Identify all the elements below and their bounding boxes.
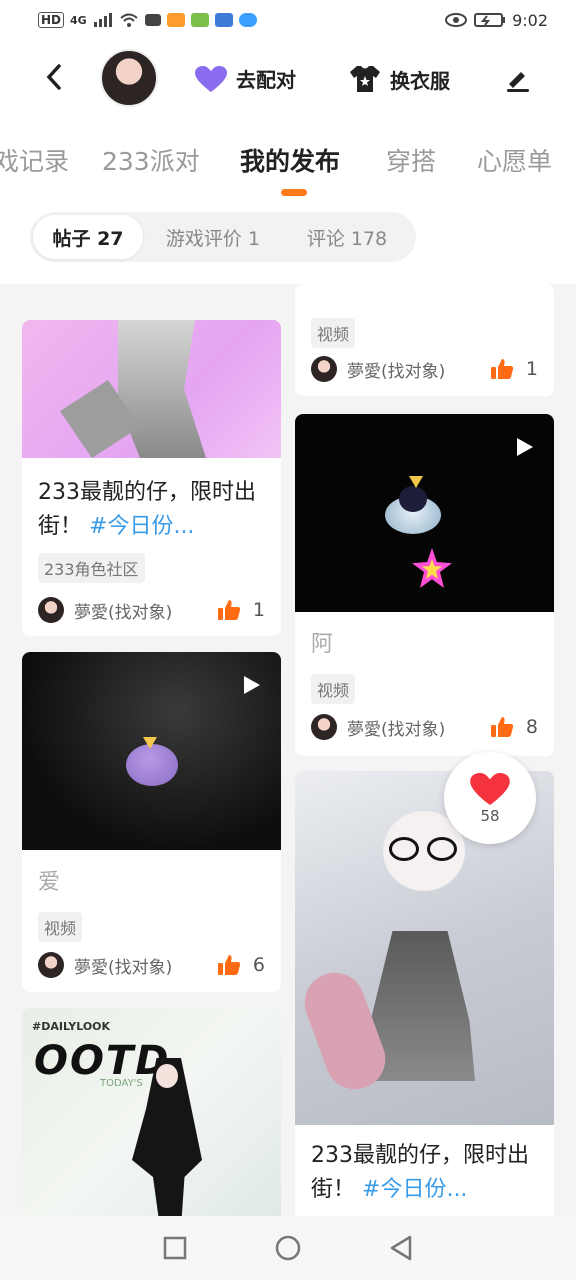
clock: 9:02 — [512, 10, 548, 30]
message-notification-icon — [214, 13, 233, 27]
like-count: 1 — [525, 358, 538, 380]
profile-header: 去配对 换衣服 — [0, 40, 576, 120]
post-card[interactable]: 233最靓的仔，限时出街！ #今日份... 233角色社区 夢愛(找对象) 1 — [22, 320, 281, 636]
match-button[interactable]: 去配对 — [194, 64, 296, 93]
post-title: 阿 — [311, 632, 334, 657]
post-author[interactable]: 夢愛(找对象) — [38, 952, 172, 978]
dress-up-button[interactable]: 换衣服 — [348, 64, 450, 94]
post-card[interactable]: 阿 视频 夢愛(找对象) 8 — [295, 414, 554, 756]
post-card[interactable]: 233最靓的仔，限时出街！ #今日份... — [295, 771, 554, 1216]
home-icon[interactable] — [274, 1234, 302, 1262]
filter-comments[interactable]: 评论 178 — [283, 215, 411, 259]
author-name: 夢愛(找对象) — [74, 602, 173, 623]
like-button[interactable]: 1 — [217, 599, 265, 621]
wifi-icon — [120, 13, 138, 27]
post-title: 233最靓的仔，限时出街！ #今日份... — [311, 1143, 529, 1202]
post-author[interactable]: 夢愛(找对象) — [38, 597, 172, 623]
like-count: 8 — [525, 716, 538, 738]
camera-icon — [144, 14, 161, 26]
like-button[interactable]: 1 — [490, 358, 538, 380]
author-avatar — [38, 597, 64, 623]
filter-game-reviews[interactable]: 游戏评价 1 — [143, 215, 283, 259]
post-thumbnail: #DAILYLOOK OOTD TODAY'S — [22, 1008, 281, 1216]
app-notification-icon — [166, 13, 185, 27]
ootd-dailylook-text: #DAILYLOOK — [32, 1020, 111, 1033]
battery-icon — [474, 13, 506, 27]
hd-icon: HD — [38, 12, 65, 28]
thumbs-up-icon — [490, 359, 514, 379]
tab-game-records[interactable]: 戏记录 — [0, 142, 69, 178]
status-bar: HD 4G 9:02 — [0, 0, 576, 40]
like-button[interactable]: 8 — [490, 716, 538, 738]
author-avatar — [311, 356, 337, 382]
play-icon — [517, 438, 533, 456]
edit-icon[interactable] — [505, 66, 531, 92]
heart-icon — [470, 772, 510, 806]
signal-icon — [93, 13, 112, 27]
profile-tabs: 戏记录 233派对 我的发布 穿搭 心愿单 — [0, 130, 576, 190]
back-nav-icon[interactable] — [388, 1234, 414, 1262]
post-hashtag[interactable]: #今日份... — [362, 1177, 467, 1202]
post-type-chip: 视频 — [311, 318, 356, 348]
thumbs-up-icon — [217, 600, 241, 620]
tab-233-party[interactable]: 233派对 — [102, 142, 200, 178]
post-author[interactable]: 夢愛(找对象) — [311, 356, 445, 382]
like-count: 1 — [252, 599, 265, 621]
filter-posts[interactable]: 帖子 27 — [33, 215, 143, 259]
post-card[interactable]: 视频 夢愛(找对象) 1 — [295, 284, 554, 396]
post-card[interactable]: 爱 视频 夢愛(找对象) 6 — [22, 652, 281, 992]
post-hashtag[interactable]: #今日份... — [89, 514, 194, 539]
post-author[interactable]: 夢愛(找对象) — [311, 714, 445, 740]
match-label: 去配对 — [236, 68, 296, 92]
posts-feed: 全部 233最靓的仔，限时出街！ #今日份... 233角色社区 夢愛(找对象)… — [0, 284, 576, 1216]
network-label: 4G — [70, 13, 87, 27]
post-topic-chip[interactable]: 233角色社区 — [38, 553, 145, 583]
system-navigation-bar — [0, 1216, 576, 1280]
play-icon — [244, 676, 260, 694]
dress-up-label: 换衣服 — [390, 68, 450, 93]
back-button[interactable] — [44, 62, 64, 100]
author-avatar — [38, 952, 64, 978]
like-button[interactable]: 6 — [217, 954, 265, 976]
author-name: 夢愛(找对象) — [347, 361, 446, 382]
post-thumbnail — [295, 414, 554, 612]
post-type-chip: 视频 — [38, 912, 83, 942]
cloud-icon — [238, 13, 257, 27]
recent-apps-icon[interactable] — [162, 1235, 188, 1261]
user-avatar[interactable] — [100, 49, 158, 107]
post-title: 爱 — [38, 870, 61, 895]
post-thumbnail — [22, 320, 281, 458]
post-type-chip: 视频 — [311, 674, 356, 704]
tab-outfits[interactable]: 穿搭 — [386, 142, 436, 178]
shirt-icon — [350, 66, 380, 92]
heart-icon — [195, 65, 227, 92]
tab-my-posts[interactable]: 我的发布 — [240, 142, 340, 178]
back-arrow-icon — [46, 64, 61, 90]
author-avatar — [311, 714, 337, 740]
like-count: 6 — [252, 954, 265, 976]
post-title: 233最靓的仔，限时出街！ #今日份... — [38, 480, 256, 539]
thumbs-up-icon — [217, 955, 241, 975]
floating-like-count: 58 — [480, 807, 500, 825]
floating-like-button[interactable]: 58 — [444, 752, 536, 844]
author-name: 夢愛(找对象) — [347, 719, 446, 740]
eye-icon — [445, 13, 468, 27]
tab-wishlist[interactable]: 心愿单 — [477, 142, 552, 178]
post-type-filter: 帖子 27 游戏评价 1 评论 178 — [30, 212, 416, 262]
ootd-todays-text: TODAY'S — [100, 1078, 143, 1089]
game-notification-icon — [190, 13, 209, 27]
post-card[interactable]: #DAILYLOOK OOTD TODAY'S — [22, 1008, 281, 1216]
thumbs-up-icon — [490, 717, 514, 737]
active-tab-indicator — [281, 189, 307, 196]
author-name: 夢愛(找对象) — [74, 957, 173, 978]
post-thumbnail — [22, 652, 281, 850]
